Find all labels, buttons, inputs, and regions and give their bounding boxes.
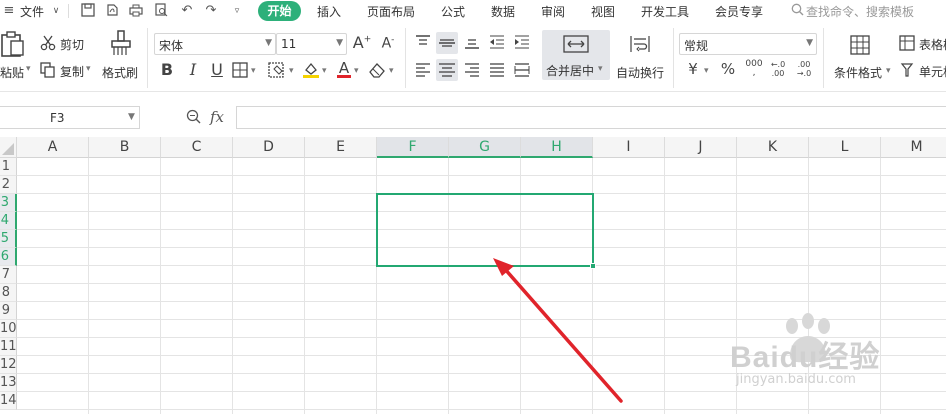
spreadsheet-app: ≡ 文件 ∨ ↶ ↷ ▿ 开始 插入 页面布局 公式 数据 审阅 视图 开发工具… (0, 0, 946, 414)
annotation-arrow-shaft (502, 266, 623, 403)
watermark-brand: Baidu经验 (730, 341, 881, 374)
watermark-url: jingyan.baidu.com (736, 372, 856, 387)
baidu-watermark: Baidu经验 jingyan.baidu.com (730, 310, 946, 410)
